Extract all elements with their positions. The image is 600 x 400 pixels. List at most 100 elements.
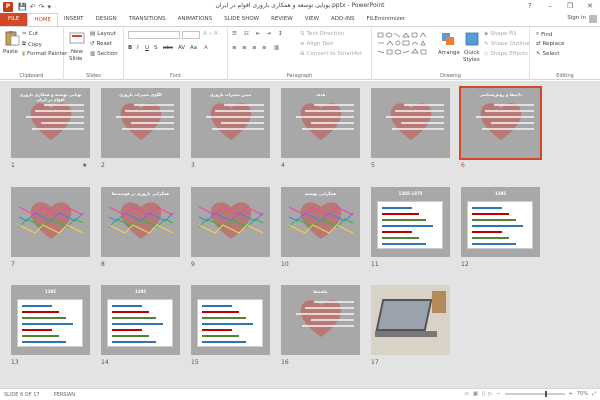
strikethrough-button[interactable]: abc — [163, 45, 173, 51]
find-button[interactable]: ⌕ Find — [536, 31, 552, 38]
help-button[interactable]: ? — [520, 0, 540, 13]
slide-thumbnail-title: یافته‌ها — [313, 289, 328, 294]
slide-sorter-icon[interactable]: ▦ — [473, 391, 478, 397]
shape-effects-button[interactable]: ◇ Shape Effects — [484, 51, 528, 57]
arrange-icon[interactable] — [440, 31, 456, 47]
format-painter-button[interactable]: ▮ Format Painter — [22, 51, 67, 57]
slide-thumbnail[interactable]: همگرایی باروری در قومیت‌ها — [101, 187, 180, 257]
paint-bucket-icon: ◆ — [484, 31, 489, 37]
shadow-button[interactable]: S — [154, 45, 158, 51]
chart-series-line — [108, 224, 174, 234]
text-direction-button[interactable]: ⇅ Text Direction — [300, 31, 344, 37]
section-button[interactable]: ▥ Section — [90, 51, 118, 57]
paste-button[interactable]: Paste — [3, 49, 18, 55]
font-color-button[interactable]: A — [204, 45, 208, 51]
font-size-dropdown[interactable] — [182, 31, 200, 39]
slideshow-icon[interactable]: ▷ — [489, 391, 493, 397]
tab-home[interactable]: HOME — [27, 13, 59, 26]
arrange-button[interactable]: Arrange — [438, 50, 460, 56]
reset-button[interactable]: ↺ Reset — [90, 41, 112, 47]
decrease-indent-button[interactable]: ⇤ — [256, 31, 261, 37]
tab-insert[interactable]: INSERT — [58, 13, 89, 26]
normal-view-icon[interactable]: ▭ — [464, 391, 469, 397]
slide-number: 8 — [101, 261, 105, 268]
bold-button[interactable]: B — [128, 45, 132, 51]
slide-thumbnail[interactable]: پویایی توسعه و همکاری باروری اقوام در ای… — [11, 88, 90, 158]
language-status[interactable]: PERSIAN — [54, 392, 75, 398]
justify-button[interactable]: ≡ — [262, 45, 267, 51]
slide-thumbnail[interactable]: تبیین تغییرات باروری — [191, 88, 270, 158]
layout-button[interactable]: ▤ Layout — [90, 31, 116, 37]
font-name-dropdown[interactable] — [128, 31, 180, 39]
zoom-slider-knob[interactable] — [544, 391, 547, 397]
underline-button[interactable]: U — [145, 45, 149, 51]
increase-indent-button[interactable]: ⇥ — [266, 31, 271, 37]
align-left-button[interactable]: ≡ — [232, 45, 237, 51]
select-button[interactable]: ↖ Select — [536, 51, 560, 57]
slide-thumbnail[interactable] — [11, 187, 90, 257]
shapes-gallery[interactable] — [376, 31, 434, 59]
slide-thumbnail[interactable]: الگوی تغییرات باروری — [101, 88, 180, 158]
slide-thumbnail[interactable]: 1395 — [101, 285, 180, 355]
italic-button[interactable]: I — [137, 45, 139, 51]
reading-view-icon[interactable]: ▯ — [482, 391, 485, 397]
new-slide-button[interactable]: New — [71, 49, 83, 55]
fit-slide-icon[interactable]: ⤢ — [592, 391, 596, 397]
cut-button[interactable]: ✂ Cut — [22, 31, 38, 37]
slide-thumbnail[interactable]: داده‌ها و روش‌شناسی — [459, 86, 542, 160]
tab-design[interactable]: DESIGN — [90, 13, 123, 26]
slide-thumbnail[interactable] — [191, 285, 270, 355]
slide-thumbnail-title: داده‌ها و روش‌شناسی — [479, 92, 522, 97]
line-chart-graphic — [18, 206, 84, 234]
align-center-button[interactable]: ≡ — [242, 45, 247, 51]
text-line — [305, 307, 354, 309]
tab-add-ins[interactable]: ADD-INS — [325, 13, 360, 26]
columns-button[interactable]: ▥ — [274, 45, 279, 51]
zoom-out-icon[interactable]: − — [496, 391, 500, 397]
new-slide-icon[interactable] — [69, 30, 85, 46]
zoom-level[interactable]: 70% — [577, 391, 588, 397]
replace-button[interactable]: ⇄ Replace — [536, 41, 564, 47]
convert-smartart-button[interactable]: ⊞ Convert to SmartArt — [300, 51, 362, 57]
slide-thumbnail[interactable]: همگرایی توسعه — [281, 187, 360, 257]
change-case-button[interactable]: Aa — [190, 45, 197, 51]
slide-thumbnail[interactable]: 1385 — [11, 285, 90, 355]
minimize-button[interactable]: – — [540, 0, 560, 13]
tab-view[interactable]: VIEW — [299, 13, 325, 26]
restore-button[interactable]: ❐ — [560, 0, 580, 13]
zoom-slider[interactable] — [504, 391, 565, 397]
tab-fileminimizer[interactable]: FILEminimizer — [360, 13, 411, 26]
zoom-in-icon[interactable]: + — [569, 391, 573, 397]
line-spacing-button[interactable]: ↕ — [278, 31, 283, 37]
align-right-button[interactable]: ≡ — [252, 45, 257, 51]
char-spacing-button[interactable]: AV — [178, 45, 185, 51]
slide-thumbnail[interactable] — [371, 285, 450, 355]
align-text-button[interactable]: ≡ Align Text — [300, 41, 333, 47]
grow-font-button[interactable]: A + — [203, 31, 213, 37]
shape-fill-button[interactable]: ◆ Shape Fill — [484, 31, 517, 37]
slide-thumbnail[interactable]: یافته‌ها — [281, 285, 360, 355]
user-icon[interactable] — [589, 15, 597, 23]
slide-transition-star-icon[interactable]: ★ — [82, 162, 87, 169]
slide-thumbnail[interactable]: 1395 — [461, 187, 540, 257]
shape-outline-button[interactable]: ✎ Shape Outline — [484, 41, 529, 47]
slide-thumbnail[interactable] — [371, 88, 450, 158]
tab-animations[interactable]: ANIMATIONS — [172, 13, 219, 26]
table-line — [112, 317, 156, 319]
tab-review[interactable]: REVIEW — [265, 13, 299, 26]
tab-file[interactable]: FILE — [0, 13, 28, 26]
sign-in-link[interactable]: Sign in — [567, 15, 586, 21]
shrink-font-button[interactable]: A- — [214, 31, 221, 37]
paste-icon[interactable] — [4, 30, 20, 46]
quick-styles-icon[interactable] — [464, 31, 480, 47]
quick-styles-button[interactable]: Quick — [464, 50, 480, 56]
slide-thumbnail[interactable]: 1385-1375 — [371, 187, 450, 257]
numbering-button[interactable]: ☷ — [244, 31, 249, 37]
close-button[interactable]: ✕ — [580, 0, 600, 13]
tab-transitions[interactable]: TRANSITIONS — [123, 13, 172, 26]
tab-slide-show[interactable]: SLIDE SHOW — [218, 13, 265, 26]
slide-thumbnail[interactable] — [191, 187, 270, 257]
bullets-button[interactable]: ☰ — [232, 31, 237, 37]
slide-thumbnail[interactable]: هدف — [281, 88, 360, 158]
copy-button[interactable]: ⧉ Copy — [22, 41, 42, 48]
